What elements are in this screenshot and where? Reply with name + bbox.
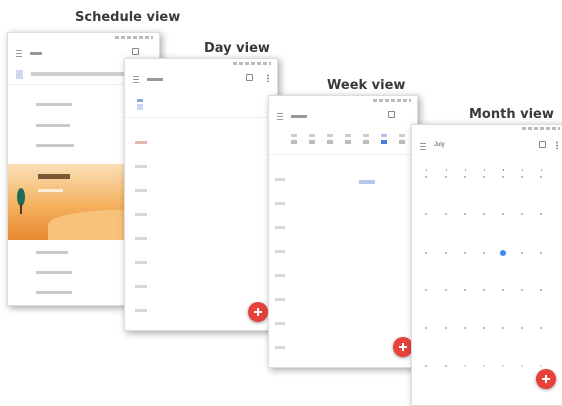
calendar-icon[interactable] bbox=[388, 111, 395, 118]
tree-icon bbox=[16, 188, 26, 214]
more-vert-icon[interactable] bbox=[267, 74, 269, 82]
week-view-screen bbox=[268, 95, 418, 368]
list-item[interactable] bbox=[36, 103, 72, 106]
list-item[interactable] bbox=[36, 271, 72, 274]
menu-icon[interactable] bbox=[16, 50, 22, 57]
calendar-icon[interactable] bbox=[132, 48, 139, 55]
add-event-fab[interactable] bbox=[248, 302, 268, 322]
month-grid bbox=[412, 165, 562, 385]
list-item[interactable] bbox=[36, 144, 74, 147]
app-bar-month bbox=[147, 78, 163, 81]
day-view-title: Day view bbox=[204, 41, 270, 56]
app-bar: July bbox=[412, 133, 562, 159]
list-item[interactable] bbox=[36, 291, 72, 294]
add-event-fab[interactable] bbox=[393, 337, 413, 357]
month-view-screen: July bbox=[411, 124, 562, 406]
status-bar bbox=[269, 96, 417, 106]
hour-grid bbox=[269, 156, 417, 366]
schedule-view-title: Schedule view bbox=[75, 10, 181, 25]
list-item[interactable] bbox=[36, 251, 68, 254]
menu-icon[interactable] bbox=[277, 113, 283, 120]
today-indicator[interactable] bbox=[500, 250, 506, 256]
week-day-header bbox=[291, 134, 415, 148]
menu-icon[interactable] bbox=[133, 76, 139, 83]
month-view-title: Month view bbox=[469, 107, 554, 122]
status-bar bbox=[125, 59, 277, 69]
app-bar bbox=[269, 106, 417, 126]
more-vert-icon[interactable] bbox=[556, 141, 558, 149]
calendar-icon[interactable] bbox=[246, 74, 253, 81]
status-bar bbox=[8, 33, 159, 43]
add-event-fab[interactable] bbox=[536, 369, 556, 389]
banner-item bbox=[38, 189, 63, 192]
status-bar bbox=[412, 125, 562, 133]
app-bar-month bbox=[291, 115, 307, 118]
banner-month-label bbox=[38, 174, 70, 179]
day-header bbox=[137, 99, 143, 110]
app-bar bbox=[125, 69, 277, 89]
hour-grid bbox=[125, 119, 277, 329]
day-view-screen bbox=[124, 58, 278, 331]
calendar-icon[interactable] bbox=[539, 141, 546, 148]
date-badge bbox=[16, 70, 23, 79]
app-bar-month: July bbox=[434, 142, 445, 148]
menu-icon[interactable] bbox=[420, 143, 426, 150]
app-bar-month bbox=[30, 52, 42, 55]
week-event-chip[interactable] bbox=[359, 180, 375, 184]
list-item[interactable] bbox=[36, 124, 70, 127]
week-view-title: Week view bbox=[327, 78, 406, 93]
